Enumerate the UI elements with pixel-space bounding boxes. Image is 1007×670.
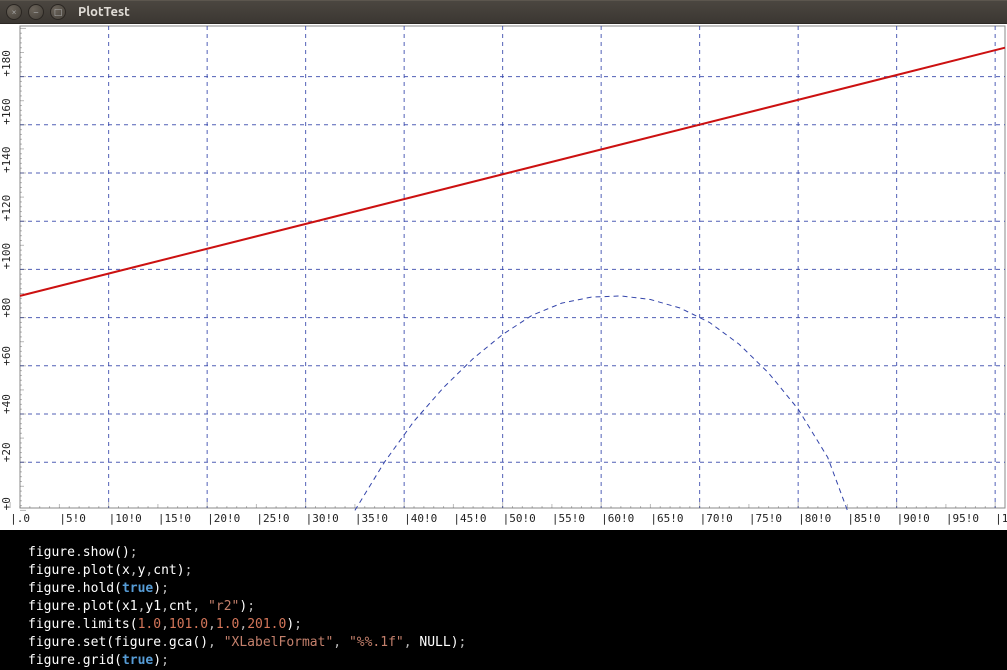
x-tick-label: |65!0 [650,512,683,525]
plot-area[interactable]: +0 +20 +40 +60 +80 +100 +120 +140 +160 +180 |.0 |5!… [0,24,1007,530]
y-tick-label: +80 [0,298,13,318]
x-tick-label: |.0 [10,512,30,525]
app-window: × – □ PlotTest +0 +20 +40 +60 +80 +100 +120 +14… [0,0,1007,670]
x-tick-label: |45!0 [453,512,486,525]
x-tick-label: |60!0 [601,512,634,525]
y-tick-label: +40 [0,394,13,414]
code-line: figure.plot(x1,y1,cnt, "r2"); [28,598,1007,616]
window-buttons: × – □ [6,4,66,20]
x-tick-label: |55!0 [552,512,585,525]
x-tick-label: |15!0 [158,512,191,525]
x-tick-label: |85!0 [847,512,880,525]
close-icon[interactable]: × [6,4,22,20]
code-line: figure.hold(true); [28,580,1007,598]
y-tick-label: +140 [0,147,13,174]
x-tick-label: |80!0 [798,512,831,525]
x-tick-label: |20!0 [207,512,240,525]
x-tick-label: |70!0 [700,512,733,525]
maximize-icon[interactable]: □ [50,4,66,20]
x-tick-label: |75!0 [749,512,782,525]
x-tick-label: |90!0 [897,512,930,525]
x-tick-label: |25!0 [256,512,289,525]
x-tick-label: |40!0 [404,512,437,525]
y-tick-label: +0 [0,497,13,510]
x-tick-label: |95!0 [946,512,979,525]
code-line: figure.plot(x,y,cnt); [28,562,1007,580]
x-tick-label: |5!0 [59,512,86,525]
y-tick-label: +100 [0,243,13,270]
y-tick-label: +160 [0,98,13,125]
window-title: PlotTest [78,5,130,19]
code-line: figure.set(figure.gca(), "XLabelFormat",… [28,634,1007,652]
code-line: figure.limits(1.0,101.0,1.0,201.0); [28,616,1007,634]
y-tick-label: +60 [0,346,13,366]
y-tick-label: +120 [0,195,13,222]
titlebar[interactable]: × – □ PlotTest [0,0,1007,24]
minimize-icon[interactable]: – [28,4,44,20]
x-tick-label: |10!0 [109,512,142,525]
x-tick-label: |1 [995,512,1007,525]
code-line: figure.grid(true); [28,652,1007,670]
plot-svg: +0 +20 +40 +60 +80 +100 +120 +140 +160 +180 |.0 |5!… [0,24,1007,530]
x-tick-label: |50!0 [503,512,536,525]
x-tick-label: |35!0 [355,512,388,525]
x-tick-label: |30!0 [306,512,339,525]
code-panel: figure.show();figure.plot(x,y,cnt);figur… [0,530,1007,670]
y-tick-label: +180 [0,50,13,77]
code-line: figure.show(); [28,544,1007,562]
y-tick-label: +20 [0,442,13,462]
